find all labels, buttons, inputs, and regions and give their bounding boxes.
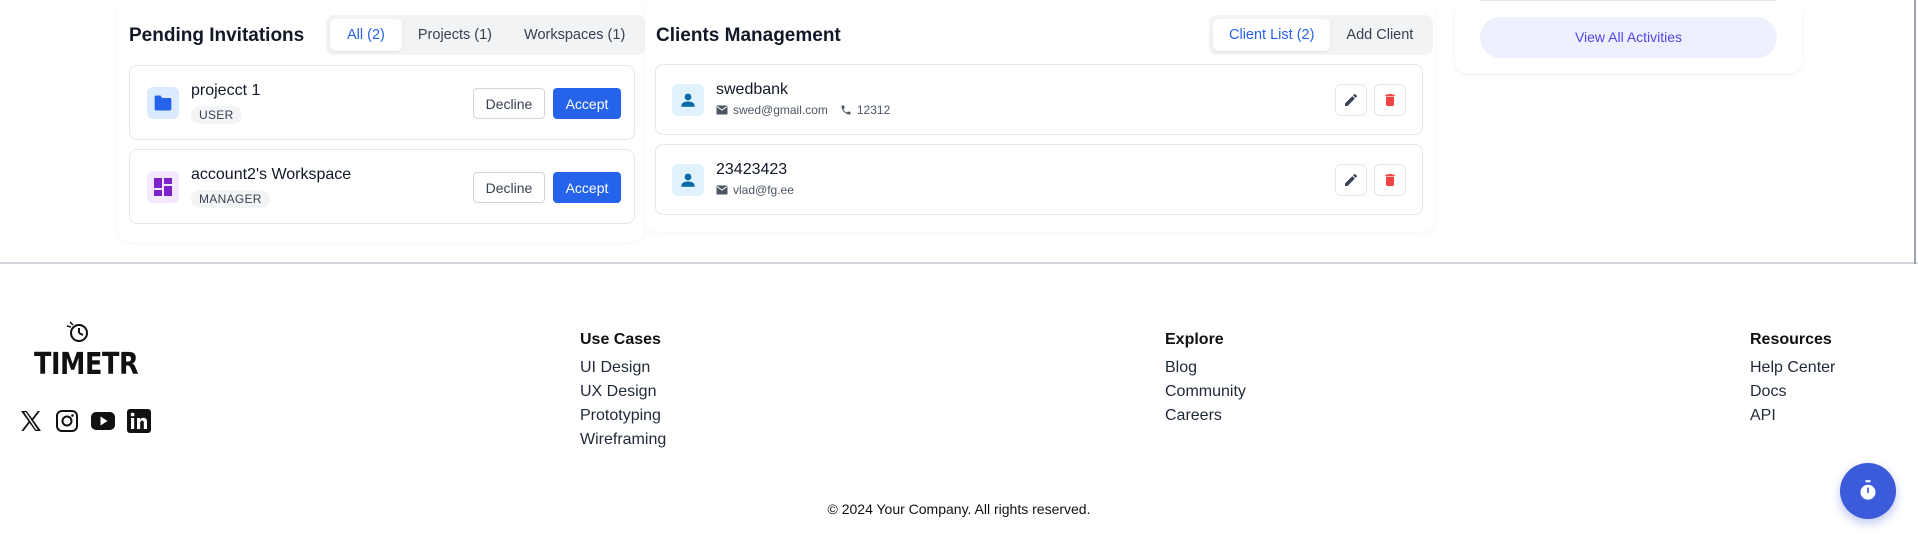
pencil-icon <box>1345 93 1358 106</box>
invitation-item: projecct 1 USER Decline Accept <box>129 65 635 140</box>
footer-column-explore: Explore Blog Community Careers <box>1165 331 1246 428</box>
page: Pending Invitations All (2) Projects (1)… <box>0 0 1918 538</box>
footer-link[interactable]: Wireframing <box>580 428 666 452</box>
accept-button[interactable]: Accept <box>553 88 621 119</box>
linkedin-icon[interactable] <box>125 407 153 435</box>
person-icon <box>672 84 704 116</box>
client-meta: swed@gmail.com 12312 <box>716 103 902 117</box>
client-meta: vlad@fg.ee <box>716 183 806 197</box>
copyright: © 2024 Your Company. All rights reserved… <box>827 501 1091 517</box>
person-icon <box>672 164 704 196</box>
pencil-icon <box>1345 173 1358 186</box>
folder-icon <box>147 87 179 119</box>
pending-invitations-card: Pending Invitations All (2) Projects (1)… <box>118 0 646 242</box>
view-all-activities-button[interactable]: View All Activities <box>1480 17 1777 58</box>
client-phone: 12312 <box>856 103 891 117</box>
activities-card: View All Activities <box>1455 0 1802 73</box>
client-row: 23423423 vlad@fg.ee <box>655 144 1423 215</box>
clients-management-title: Clients Management <box>656 25 841 46</box>
trash-icon <box>1385 174 1395 186</box>
invitation-name: account2's Workspace <box>191 166 352 183</box>
footer-link[interactable]: UI Design <box>580 356 666 380</box>
invitation-name: projecct 1 <box>191 82 261 99</box>
client-email: swed@gmail.com <box>733 103 828 117</box>
footer-column-title: Resources <box>1750 331 1832 348</box>
social-links <box>17 407 153 435</box>
client-email: vlad@fg.ee <box>733 183 794 197</box>
timer-fab-button[interactable] <box>1840 463 1896 519</box>
delete-button[interactable] <box>1374 84 1406 116</box>
client-row: swedbank swed@gmail.com 12312 <box>655 64 1423 135</box>
invitation-item: account2's Workspace MANAGER Decline Acc… <box>129 149 635 224</box>
accept-button[interactable]: Accept <box>553 172 621 203</box>
clients-management-card: Clients Management Client List (2) Add C… <box>645 0 1435 232</box>
role-badge: MANAGER <box>191 190 270 208</box>
footer-link[interactable]: Careers <box>1165 404 1246 428</box>
pending-invitations-title: Pending Invitations <box>129 25 305 46</box>
footer-link[interactable]: Community <box>1165 380 1246 404</box>
footer-column-title: Explore <box>1165 331 1224 348</box>
clients-tabs: Client List (2) Add Client <box>1209 15 1434 55</box>
phone-icon <box>841 105 851 115</box>
trash-icon <box>1385 94 1395 106</box>
footer-column-resources: Resources Help Center Docs API <box>1750 331 1835 428</box>
instagram-icon[interactable] <box>53 407 81 435</box>
tab-projects[interactable]: Projects (1) <box>402 19 508 51</box>
scrollbar-edge <box>1914 0 1916 264</box>
decline-button[interactable]: Decline <box>473 88 545 119</box>
workspace-icon <box>147 171 179 203</box>
tab-workspaces[interactable]: Workspaces (1) <box>508 19 641 51</box>
youtube-icon[interactable] <box>89 407 117 435</box>
footer-column-use-cases: Use Cases UI Design UX Design Prototypin… <box>580 331 666 452</box>
decline-button[interactable]: Decline <box>473 172 545 203</box>
stopwatch-icon <box>1860 480 1876 500</box>
footer-link[interactable]: Blog <box>1165 356 1246 380</box>
footer-column-title: Use Cases <box>580 331 661 348</box>
x-icon[interactable] <box>17 407 45 435</box>
tab-all[interactable]: All (2) <box>330 19 402 51</box>
edit-button[interactable] <box>1335 164 1367 196</box>
footer-link[interactable]: UX Design <box>580 380 666 404</box>
pending-tabs: All (2) Projects (1) Workspaces (1) <box>326 15 646 55</box>
footer-link[interactable]: Help Center <box>1750 356 1835 380</box>
footer-link[interactable]: Prototyping <box>580 404 666 428</box>
mail-icon <box>716 185 728 195</box>
tab-add-client[interactable]: Add Client <box>1330 19 1429 51</box>
client-name: 23423423 <box>716 161 788 178</box>
tab-client-list[interactable]: Client List (2) <box>1213 19 1331 51</box>
footer-divider <box>0 262 1918 264</box>
edit-button[interactable] <box>1335 84 1367 116</box>
client-name: swedbank <box>716 81 789 98</box>
divider <box>1480 0 1777 1</box>
delete-button[interactable] <box>1374 164 1406 196</box>
mail-icon <box>716 105 728 115</box>
footer-link[interactable]: API <box>1750 404 1835 428</box>
logo-text: TIMETR <box>34 347 139 382</box>
footer-link[interactable]: Docs <box>1750 380 1835 404</box>
role-badge: USER <box>191 106 242 124</box>
